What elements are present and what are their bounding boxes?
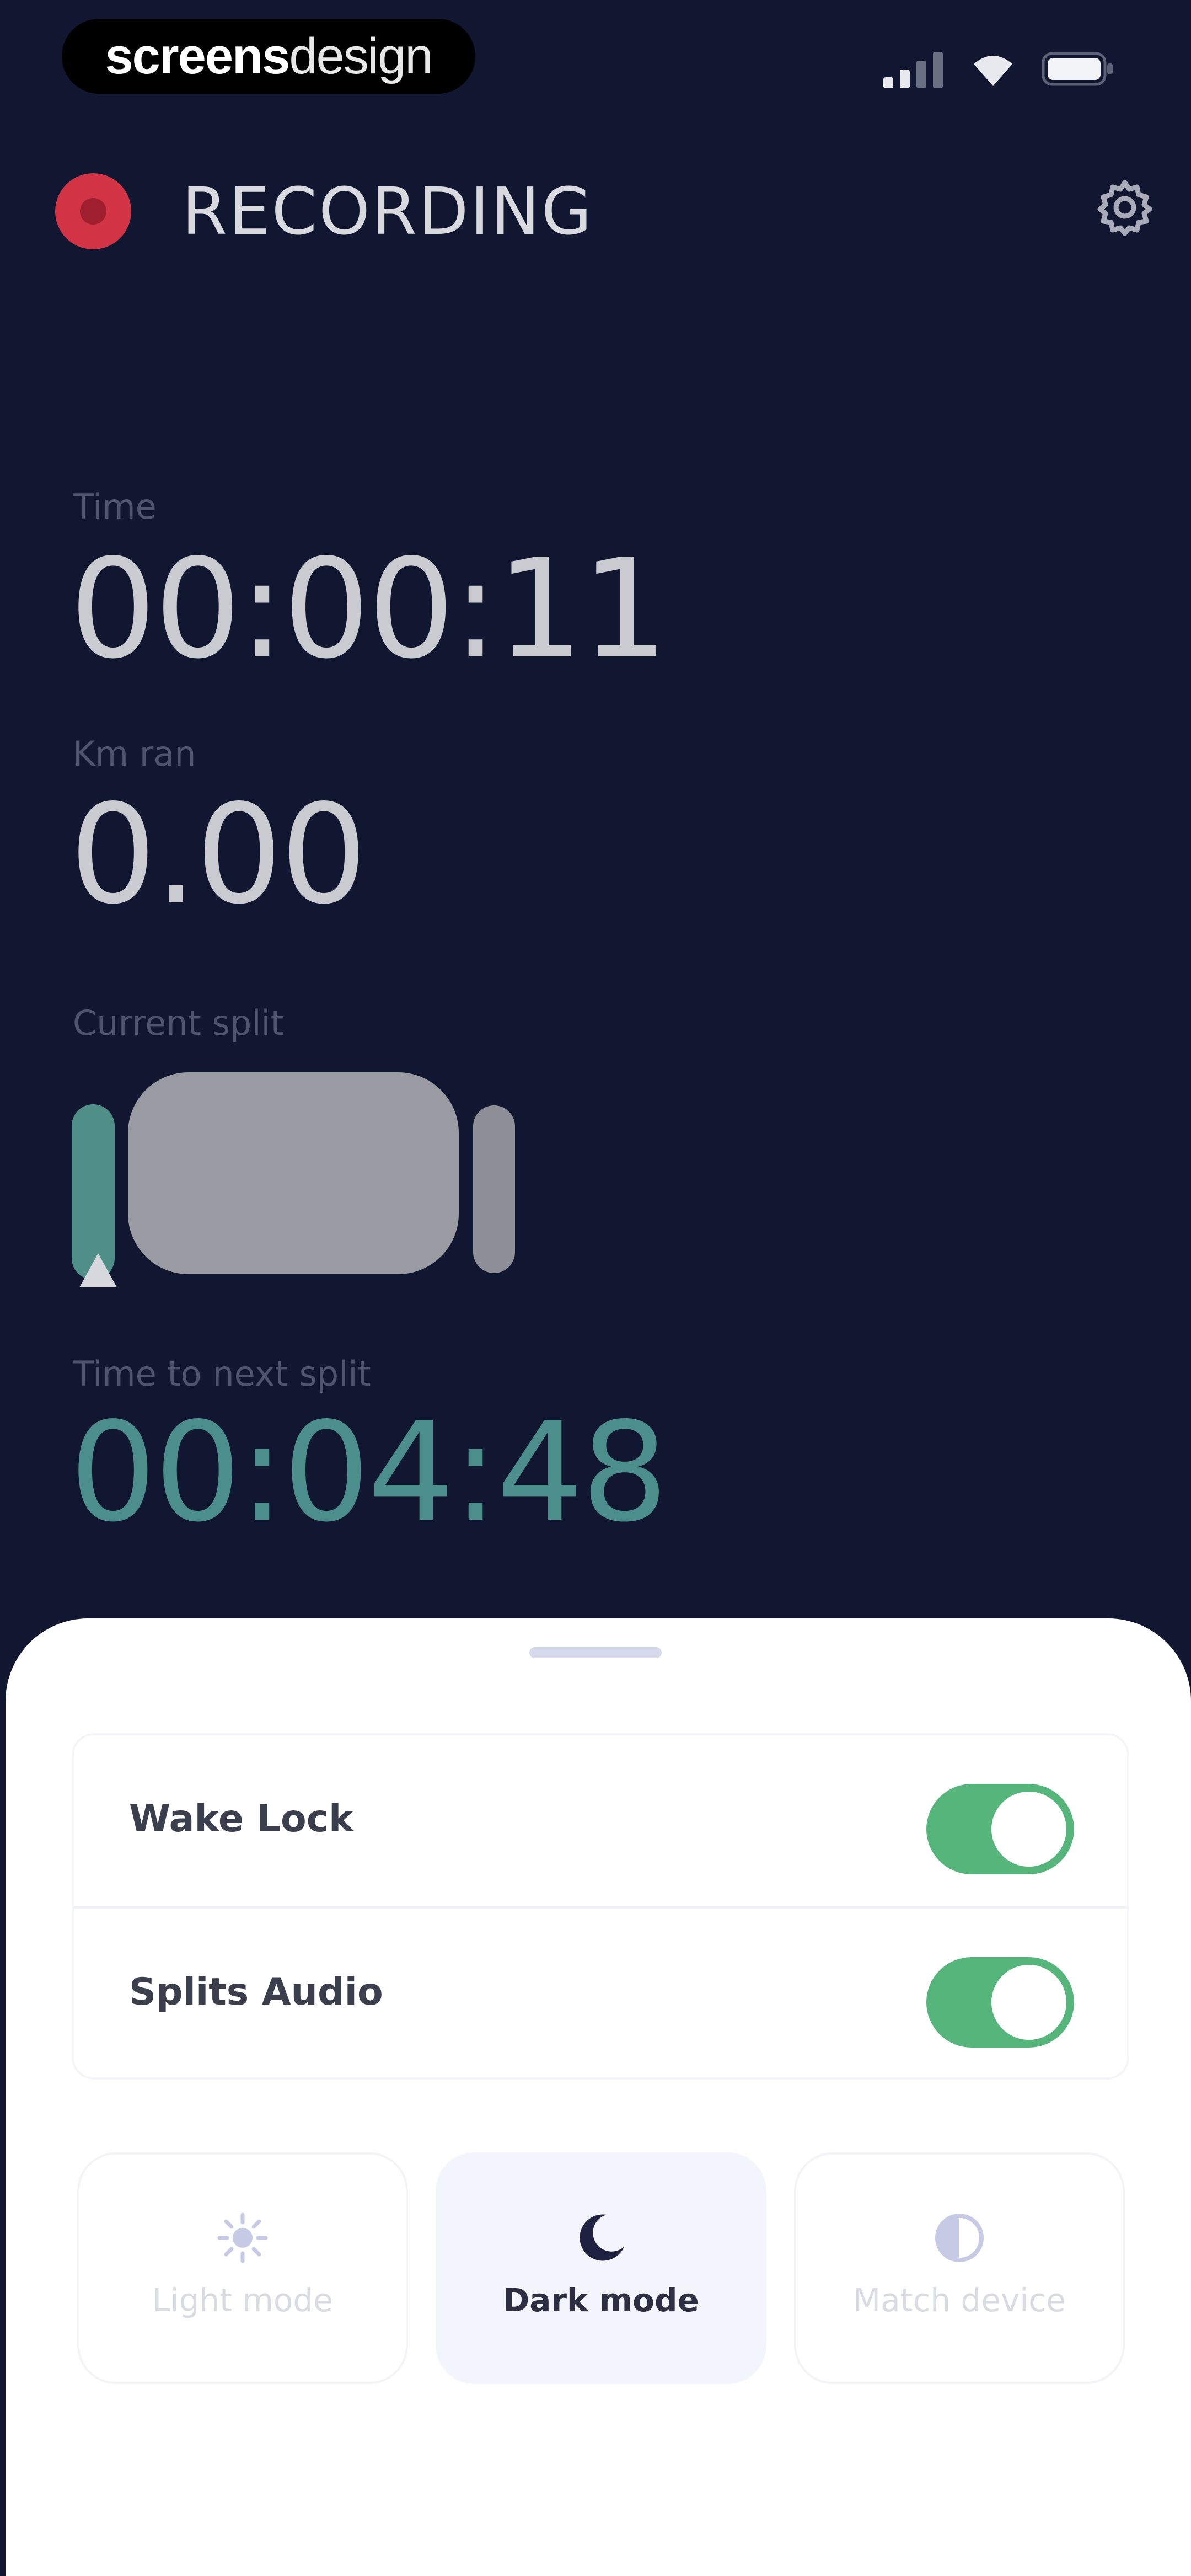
toggle-knob (991, 1965, 1066, 2040)
settings-button[interactable] (1092, 175, 1158, 242)
wake-lock-toggle[interactable] (926, 1784, 1074, 1874)
current-split-label: Current split (73, 1003, 284, 1043)
theme-mode-selector: Light mode Dark mode Match device (77, 2152, 1125, 2384)
setting-label: Splits Audio (129, 1970, 383, 2014)
time-value: 00:00:11 (69, 530, 668, 689)
time-label: Time (73, 487, 157, 527)
page-title: RECORDING (182, 173, 594, 249)
sun-icon (212, 2208, 273, 2268)
settings-group: Wake Lock Splits Audio (72, 1733, 1129, 2080)
gear-icon (1095, 177, 1155, 240)
splits-audio-toggle[interactable] (926, 1957, 1074, 2048)
split-position-marker (79, 1253, 117, 1287)
battery-icon (1042, 51, 1114, 89)
distance-label: Km ran (73, 734, 196, 774)
setting-row-splits-audio: Splits Audio (74, 1906, 1127, 2080)
light-mode-button[interactable]: Light mode (77, 2152, 408, 2384)
toggle-knob (991, 1792, 1066, 1867)
sheet-drag-handle[interactable] (529, 1647, 662, 1658)
match-device-button[interactable]: Match device (794, 2152, 1125, 2384)
brand-text-bold: screens (105, 28, 291, 84)
distance-value: 0.00 (69, 776, 367, 934)
brand-watermark: screens design (62, 19, 475, 94)
mode-label: Light mode (152, 2281, 333, 2319)
next-split-label: Time to next split (73, 1354, 371, 1394)
settings-sheet: Wake Lock Splits Audio Light mode Dark m… (6, 1618, 1191, 2576)
screen: screens design RECORDING Time 00:00:11 K… (0, 0, 1191, 2576)
status-icons (883, 50, 1114, 90)
mode-label: Match device (853, 2281, 1066, 2319)
record-indicator-icon (55, 173, 131, 249)
signal-icon (883, 50, 944, 90)
next-split-block (473, 1105, 515, 1273)
half-circle-icon (929, 2208, 990, 2268)
wifi-icon (968, 50, 1018, 90)
record-dot (80, 198, 106, 225)
next-split-value: 00:04:48 (69, 1393, 668, 1552)
moon-icon (571, 2208, 631, 2268)
setting-row-wake-lock: Wake Lock (74, 1735, 1127, 1906)
mode-label: Dark mode (503, 2281, 699, 2319)
setting-label: Wake Lock (129, 1797, 354, 1841)
brand-text-light: design (289, 28, 433, 84)
dark-mode-button[interactable]: Dark mode (436, 2152, 766, 2384)
current-split-block (128, 1072, 459, 1274)
